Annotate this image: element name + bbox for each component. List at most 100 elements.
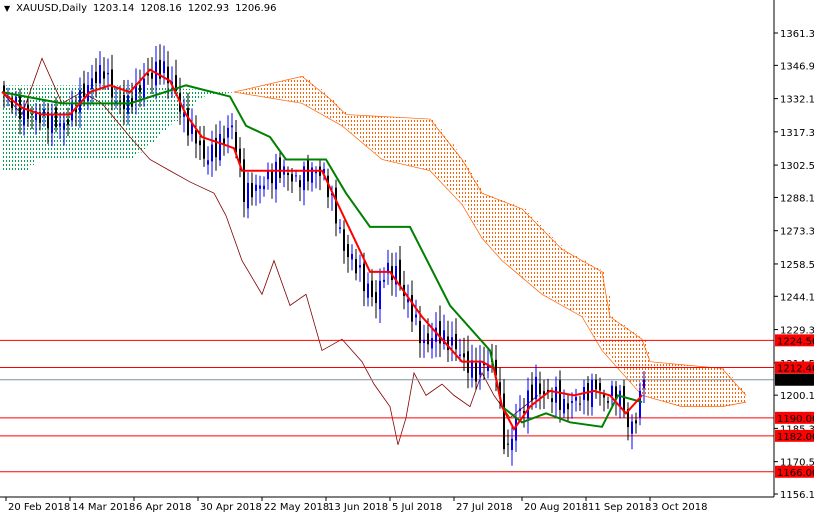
ichimoku-cloud-segment [198,89,202,101]
candle-body [567,403,569,410]
candle-body [611,385,613,397]
candle-body [531,384,533,401]
price-chart[interactable]: 1361.30 1346.90 1332.10 1317.30 1302.50 1288.… [0,0,814,514]
candle-body [259,185,261,189]
candle-body [399,259,401,286]
ichimoku-cloud-segment [418,118,422,168]
candle-body [351,253,353,260]
ichimoku-cloud-segment [458,154,462,201]
candle-body [63,122,65,130]
candle-body [419,320,421,344]
candle-body [355,259,357,274]
ichimoku-cloud-segment [250,88,254,95]
ichimoku-cloud-segment [682,364,686,407]
candle-body [287,172,289,176]
ichimoku-cloud-segment [510,204,514,268]
candle-body [91,78,93,89]
candle-body [211,144,213,162]
y-tick-label: 1244.10 [780,292,814,303]
ichimoku-cloud-segment [258,86,262,97]
x-tick-label: 14 Mar 2018 [72,502,135,513]
candle-body [31,113,33,115]
candle-body [559,380,561,410]
y-tick-label: 1346.90 [780,61,814,72]
candle-body [27,104,29,119]
ichimoku-cloud-segment [586,262,590,324]
candle-body [291,174,293,182]
candle-body [631,421,633,434]
candle-body [595,379,597,390]
ichimoku-cloud-segment [518,207,522,275]
ichimoku-cloud-segment [538,225,542,291]
candle-body [643,379,645,389]
candle-body [415,314,417,318]
ichimoku-cloud-segment [618,322,622,369]
candle-body [431,338,433,349]
symbol-label: XAUUSD,Daily [16,3,88,14]
ichimoku-cloud-segment [222,91,226,94]
candle-body [271,171,273,184]
ichimoku-cloud-segment [478,186,482,232]
ichimoku-cloud-segment [190,89,194,108]
candle-body [187,107,189,136]
x-tick-label: 13 Jun 2018 [328,502,388,513]
ichimoku-cloud-segment [702,366,706,407]
candle-body [563,399,565,414]
ichimoku-cloud-segment [666,363,670,403]
candle-body [23,107,25,126]
ichimoku-cloud-segment [290,79,294,102]
ichimoku-cloud-segment [422,118,426,169]
ichimoku-cloud-segment [246,89,250,95]
ichimoku-cloud-segment [670,363,674,404]
ichimoku-cloud-segment [274,82,278,99]
candle-body [111,69,113,98]
ichimoku-cloud-segment [722,368,726,407]
ichimoku-cloud-segment [406,117,410,166]
x-tick-label: 6 Apr 2018 [136,502,191,513]
candle-body [163,61,165,74]
ichimoku-cloud-segment [662,362,666,401]
ichimoku-cloud-segment [726,372,730,406]
ichimoku-cloud-segment [594,267,598,337]
ichimoku-cloud-segment [354,114,358,136]
ichimoku-cloud-segment [674,363,678,405]
level-price-tag: 1190.00 [777,414,814,425]
candle-body [95,71,97,84]
y-tick-label: 1302.50 [780,161,814,172]
ichimoku-cloud-segment [374,116,378,153]
candle-body [603,394,605,398]
candle-body [571,400,573,403]
candle-body [363,263,365,292]
ichimoku-cloud-segment [306,79,310,106]
dropdown-triangle-icon[interactable]: ▼ [4,4,10,14]
ichimoku-cloud-segment [410,117,414,167]
ichimoku-cloud-segment [534,221,538,288]
ichimoku-cloud-segment [366,115,370,147]
candle-body [203,140,205,159]
candle-body [119,100,121,102]
candle-body [411,295,413,322]
candle-body [359,265,361,268]
ichimoku-cloud-segment [646,350,650,397]
open-value: 1203.14 [93,3,135,14]
high-value: 1208.16 [140,3,182,14]
candle-body [463,353,465,358]
ichimoku-cloud-segment [302,76,306,104]
candle-body [243,159,245,202]
ichimoku-cloud-segment [514,205,518,271]
ichimoku-cloud-segment [254,87,258,96]
candle-body [555,386,557,403]
ichimoku-cloud-segment [106,85,110,160]
ichimoku-cloud-segment [622,325,626,373]
candle-body [551,398,553,402]
candle-body [527,390,529,419]
ichimoku-cloud-segment [494,197,498,252]
ichimoku-cloud-segment [442,134,446,184]
ichimoku-cloud-segment [710,367,714,407]
candle-body [471,360,473,378]
ichimoku-cloud-segment [194,89,198,104]
close-value: 1206.96 [235,3,277,14]
candle-body [83,83,85,98]
ichimoku-cloud-segment [462,159,466,205]
ichimoku-cloud-segment [526,212,530,281]
